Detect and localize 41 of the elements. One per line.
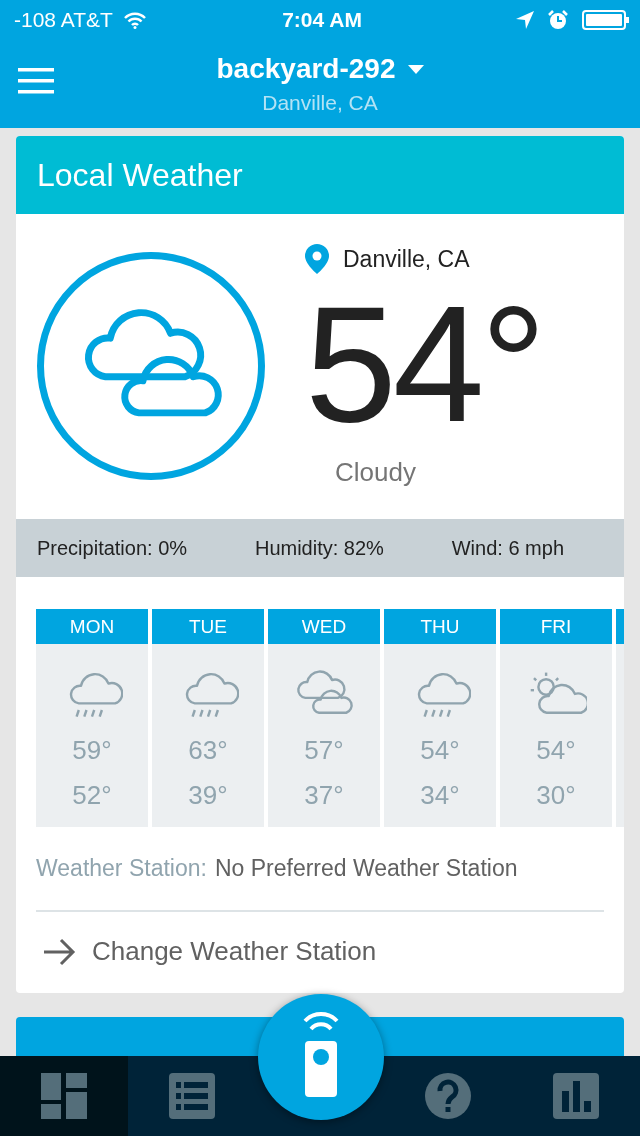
location-arrow-icon	[516, 11, 534, 29]
chart-icon	[553, 1073, 599, 1119]
stat-text: Precipitation: 0%	[37, 536, 188, 560]
dashboard-icon	[41, 1073, 87, 1119]
temperature: 54°	[305, 282, 543, 447]
menu-button[interactable]	[18, 68, 54, 97]
low-temp: 39°	[188, 780, 228, 811]
day-header: WED	[268, 609, 380, 644]
carrier-signal: -108 AT&T	[14, 8, 113, 32]
high-temp: 59°	[72, 735, 112, 766]
list-icon	[169, 1073, 215, 1119]
alarm-clock-icon	[548, 10, 568, 30]
low-temp: 30°	[536, 780, 576, 811]
caret-icon	[407, 64, 424, 74]
day-header: THU	[384, 609, 496, 644]
high-temp: 57°	[304, 735, 344, 766]
day-header: FRI	[500, 609, 612, 644]
high-temp: 54°	[536, 735, 576, 766]
stat-text: Wind: 6 mph	[451, 536, 564, 560]
card-header: Local Weather	[16, 136, 624, 214]
stat-text: Humidity: 82%	[254, 536, 384, 560]
map-pin-icon	[305, 244, 329, 274]
station-value: No Preferred Weather Station	[214, 855, 518, 882]
location-text: Danville, CA	[343, 245, 470, 273]
low-temp: 37°	[304, 780, 344, 811]
wifi-icon	[122, 11, 147, 29]
low-temp: 52°	[72, 780, 112, 811]
header-subtitle: Danville, CA	[262, 91, 378, 115]
battery-icon	[582, 10, 630, 30]
arrow-icon	[42, 937, 76, 966]
status-time: 7:04 AM	[282, 8, 362, 32]
change-station-link[interactable]: Change Weather Station	[16, 912, 403, 993]
high-temp: 63°	[188, 735, 228, 766]
nav-tab[interactable]	[0, 1056, 128, 1136]
low-temp: 34°	[420, 780, 460, 811]
station-label: Weather Station:	[36, 855, 207, 882]
help-icon	[425, 1073, 471, 1119]
condition-text: Cloudy	[335, 457, 416, 488]
high-temp: 54°	[420, 735, 460, 766]
day-header: TUE	[152, 609, 264, 644]
day-header: MON	[36, 609, 148, 644]
